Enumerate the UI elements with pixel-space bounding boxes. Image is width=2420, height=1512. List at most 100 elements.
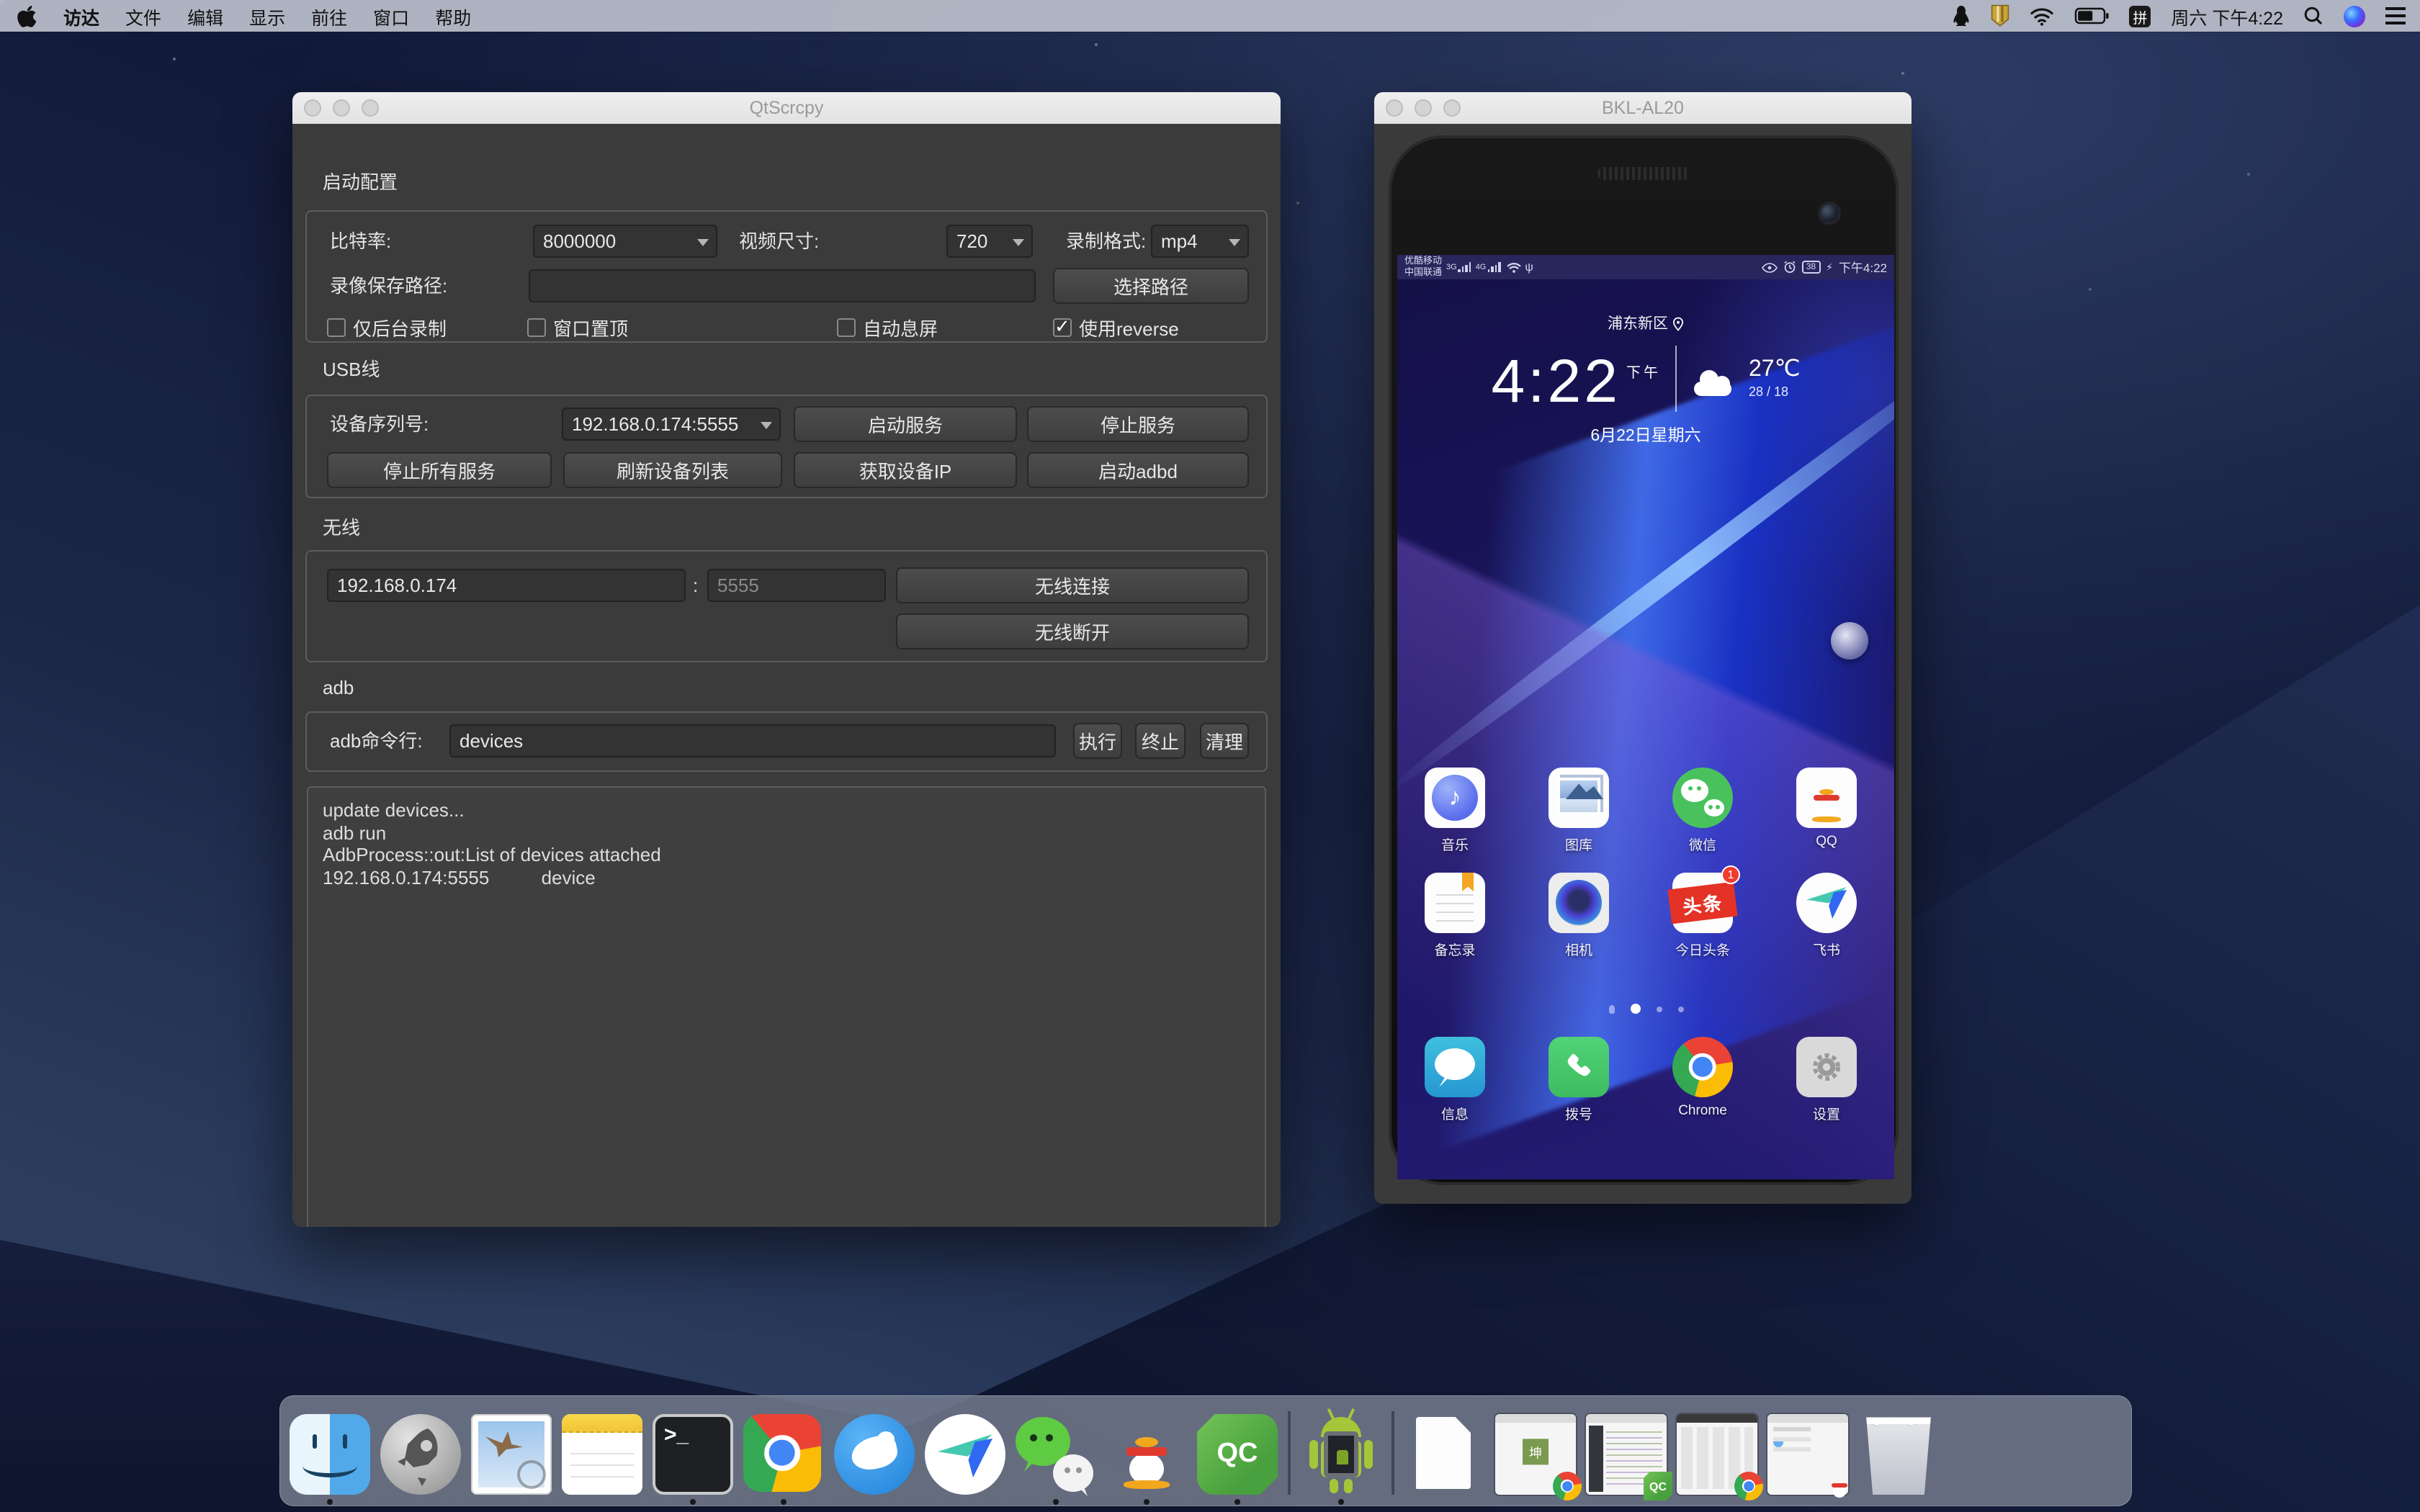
music-app-icon[interactable]: ♪	[1425, 768, 1485, 828]
menu-edit[interactable]: 编辑	[174, 2, 236, 30]
checkbox-always-on-top[interactable]: 窗口置顶	[527, 315, 628, 338]
adb-command-input[interactable]	[449, 724, 1056, 757]
camera-app-icon[interactable]	[1549, 873, 1609, 933]
menu-window[interactable]: 窗口	[360, 2, 422, 30]
adb-clear-button[interactable]: 清理	[1200, 723, 1249, 759]
app-notes[interactable]: 备忘录	[1397, 873, 1517, 959]
checkbox-box[interactable]	[527, 318, 546, 336]
dock-chrome[interactable]	[743, 1414, 824, 1495]
record-format-select[interactable]: mp4	[1151, 225, 1249, 258]
messages-app-icon[interactable]	[1425, 1037, 1485, 1097]
close-button[interactable]	[1386, 99, 1403, 117]
feishu-app-icon[interactable]	[1796, 873, 1857, 933]
dock-minimized-qtcreator[interactable]: QC	[1586, 1414, 1667, 1495]
menu-go[interactable]: 前往	[298, 2, 360, 30]
gallery-app-icon[interactable]	[1549, 768, 1609, 828]
wireless-port-input[interactable]	[707, 569, 886, 602]
adb-exec-button[interactable]: 执行	[1073, 723, 1122, 759]
wireless-ip-input[interactable]	[327, 569, 686, 602]
shield-status-icon[interactable]	[1991, 4, 2009, 27]
input-method-icon[interactable]: 拼	[2129, 5, 2151, 27]
dock-finder[interactable]	[290, 1414, 370, 1495]
app-feishu[interactable]: 飞书	[1765, 873, 1888, 959]
dock-qtcreator[interactable]: QC	[1197, 1414, 1278, 1495]
save-path-input[interactable]	[529, 269, 1036, 302]
settings-app-icon[interactable]	[1796, 1037, 1857, 1097]
refresh-device-list-button[interactable]: 刷新设备列表	[563, 452, 782, 488]
dialer-app-icon[interactable]	[1549, 1037, 1609, 1097]
menu-file[interactable]: 文件	[112, 2, 174, 30]
dock-notes[interactable]	[562, 1414, 642, 1495]
checkbox-box[interactable]	[837, 318, 856, 336]
dock-qq[interactable]	[1106, 1414, 1187, 1495]
dock-documents-stack[interactable]	[1404, 1414, 1485, 1495]
dock-minimized-chrome-kun[interactable]: 坤	[1495, 1414, 1576, 1495]
minimize-button[interactable]	[333, 99, 350, 117]
video-size-select[interactable]: 720	[946, 225, 1033, 258]
start-adbd-button[interactable]: 启动adbd	[1027, 452, 1249, 488]
app-messages[interactable]: 信息	[1397, 1037, 1517, 1123]
app-label: 飞书	[1765, 939, 1888, 959]
app-gallery[interactable]: 图库	[1517, 768, 1641, 854]
adb-log-output[interactable]: update devices... adb run AdbProcess::ou…	[307, 786, 1266, 1227]
checkbox-background-record[interactable]: 仅后台录制	[327, 315, 447, 338]
dock-wechat[interactable]	[1016, 1414, 1096, 1495]
checkbox-box[interactable]	[327, 318, 346, 336]
wireless-connect-button[interactable]: 无线连接	[896, 567, 1249, 603]
assistive-floating-ball[interactable]	[1831, 622, 1868, 660]
checkbox-box-checked[interactable]	[1053, 318, 1072, 336]
dock-minimized-browser[interactable]	[1677, 1414, 1757, 1495]
qq-app-icon[interactable]	[1796, 768, 1857, 828]
spotlight-search-icon[interactable]	[2303, 4, 2323, 27]
apple-menu-icon[interactable]	[0, 4, 50, 27]
dock-terminal[interactable]: >_	[653, 1414, 733, 1495]
zoom-button[interactable]	[362, 99, 379, 117]
dock-minimized-qq-window[interactable]	[1767, 1414, 1848, 1495]
phone-screen[interactable]: 优酷移动 中国联通 3G 4G ψ	[1397, 255, 1894, 1179]
app-chrome[interactable]: Chrome	[1641, 1037, 1765, 1119]
notification-center-icon[interactable]	[2385, 7, 2406, 24]
menu-finder[interactable]: 访达	[50, 2, 112, 30]
checkbox-auto-screen-off[interactable]: 自动息屏	[837, 315, 938, 338]
menu-help[interactable]: 帮助	[422, 2, 484, 30]
dock-mail[interactable]	[471, 1414, 552, 1495]
app-toutiao[interactable]: 头条 1 今日头条	[1641, 873, 1765, 959]
toutiao-app-icon[interactable]: 头条 1	[1672, 873, 1733, 933]
dock-trash[interactable]	[1858, 1414, 1939, 1495]
dock-seal-app[interactable]	[834, 1414, 915, 1495]
wireless-disconnect-button[interactable]: 无线断开	[896, 613, 1249, 649]
wifi-status-icon[interactable]	[2030, 4, 2054, 27]
stop-service-button[interactable]: 停止服务	[1027, 406, 1249, 442]
dock-qtscrcpy-android[interactable]	[1301, 1414, 1381, 1495]
minimize-button[interactable]	[1415, 99, 1432, 117]
choose-path-button[interactable]: 选择路径	[1053, 268, 1249, 304]
phone-titlebar[interactable]: BKL-AL20	[1374, 92, 1912, 124]
get-device-ip-button[interactable]: 获取设备IP	[794, 452, 1017, 488]
menu-bar-clock[interactable]: 周六 下午4:22	[2171, 2, 2283, 30]
app-dialer[interactable]: 拨号	[1517, 1037, 1641, 1123]
dock-feishu[interactable]	[925, 1414, 1005, 1495]
clock-weather-widget[interactable]: 浦东新区 4:22 下午 27℃ 28 / 18	[1397, 312, 1894, 446]
stop-all-services-button[interactable]: 停止所有服务	[327, 452, 552, 488]
zoom-button[interactable]	[1443, 99, 1461, 117]
battery-status-icon[interactable]	[2074, 4, 2109, 27]
menu-view[interactable]: 显示	[236, 2, 298, 30]
device-serial-select[interactable]: 192.168.0.174:5555	[562, 408, 781, 441]
qq-penguin-status-icon[interactable]	[1952, 4, 1971, 27]
qtscrcpy-titlebar[interactable]: QtScrcpy	[292, 92, 1281, 124]
app-camera[interactable]: 相机	[1517, 873, 1641, 959]
chrome-app-icon[interactable]	[1672, 1037, 1733, 1097]
siri-icon[interactable]	[2344, 5, 2365, 27]
app-wechat[interactable]: 微信	[1641, 768, 1765, 854]
dock-launchpad[interactable]	[380, 1414, 461, 1495]
start-service-button[interactable]: 启动服务	[794, 406, 1017, 442]
app-music[interactable]: ♪ 音乐	[1397, 768, 1517, 854]
close-button[interactable]	[304, 99, 321, 117]
checkbox-use-reverse[interactable]: 使用reverse	[1053, 315, 1179, 338]
bitrate-select[interactable]: 8000000	[533, 225, 717, 258]
app-qq[interactable]: QQ	[1765, 768, 1888, 850]
memo-app-icon[interactable]	[1425, 873, 1485, 933]
adb-kill-button[interactable]: 终止	[1135, 723, 1186, 759]
wechat-app-icon[interactable]	[1672, 768, 1733, 828]
app-settings[interactable]: 设置	[1765, 1037, 1888, 1123]
